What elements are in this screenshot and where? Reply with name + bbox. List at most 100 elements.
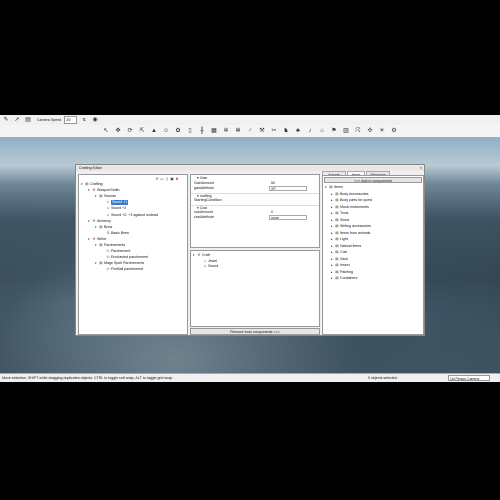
expand-arrow-icon[interactable]: ▸	[331, 205, 334, 210]
camera-speed-input[interactable]: 25	[64, 116, 78, 124]
item-category[interactable]: ▸ ▤ Music instruments	[331, 205, 369, 210]
tree-item[interactable]: ✉ Enchanted parchement	[102, 255, 148, 260]
tree-item[interactable]: ▾ ▤ Swords	[95, 194, 116, 199]
tree-item[interactable]: ▾ ▤ Mage Spell Parchements	[95, 261, 144, 266]
tree-item[interactable]: ▾ ⚒ Writer	[88, 237, 107, 242]
house-icon[interactable]: ⌂	[318, 127, 326, 135]
sound-icon[interactable]: ♪	[306, 127, 314, 135]
run-icon[interactable]: ♂	[246, 127, 254, 135]
gain-attribute-row[interactable]: gainAttribute XP	[191, 186, 319, 191]
door-icon[interactable]: ▯	[186, 127, 194, 135]
tree-item[interactable]: ▾ ▤ Crafting	[81, 182, 103, 187]
add-to-components-button[interactable]: <<< Add to components	[324, 177, 422, 183]
gain-attribute-select[interactable]: XP	[269, 186, 307, 191]
collapse-arrow-icon[interactable]: ▾	[325, 185, 328, 190]
light-icon[interactable]: ☀	[378, 127, 386, 135]
item-category[interactable]: ▸ ▤ Writing accessories	[331, 224, 371, 229]
expand-arrow-icon[interactable]: ▾	[95, 194, 98, 199]
expand-arrow-icon[interactable]: ▸	[331, 218, 334, 223]
item-category[interactable]: ▸ ▤ Items from animals	[331, 231, 370, 236]
grid-icon[interactable]: ▦	[210, 127, 218, 135]
expand-arrow-icon[interactable]: ▾	[81, 182, 84, 187]
tree-item[interactable]: ▾ ▤ Brew	[95, 225, 112, 230]
cursor-icon[interactable]: ➚	[13, 116, 21, 124]
tree-item[interactable]: ✉ FireBall parchement	[102, 267, 143, 272]
trees-icon[interactable]: ♣	[294, 127, 302, 135]
starting-condition-row[interactable]: StartingCondition	[191, 198, 319, 203]
expand-arrow-icon[interactable]: ▸	[331, 237, 334, 242]
cost-attribute-select[interactable]: none	[269, 215, 307, 220]
walk-icon[interactable]: ☈	[354, 127, 362, 135]
rotate-icon[interactable]: ⟳	[126, 127, 134, 135]
select-icon[interactable]: ↖	[102, 127, 110, 135]
item-category[interactable]: ▸ ▤ Body parts for quest	[331, 198, 372, 203]
expand-arrow-icon[interactable]: ▸	[331, 244, 334, 249]
camera-mode-select[interactable]: 1st Person Camera	[448, 375, 490, 381]
expand-arrow-icon[interactable]: ▸	[331, 198, 334, 203]
tree-item[interactable]: ✉ Parchement	[102, 249, 130, 254]
fence-icon[interactable]: ╫	[198, 127, 206, 135]
tree-item[interactable]: ⚔ Sword +2, +3 against undead	[102, 213, 158, 218]
expand-arrow-icon[interactable]: ▾	[88, 237, 91, 242]
item-category[interactable]: ▸ ▤ Stone	[331, 218, 349, 223]
brush-icon[interactable]: ✎	[2, 116, 10, 124]
expand-arrow-icon[interactable]: ▾	[95, 243, 98, 248]
remove-from-components-button[interactable]: Remove from components >>>	[190, 328, 320, 335]
tree-item[interactable]: ▾ ⚒ WeaponSmith	[88, 188, 120, 193]
expand-arrow-icon[interactable]: ▸	[331, 257, 334, 262]
expand-arrow-icon[interactable]: ▸	[331, 211, 334, 216]
item-category[interactable]: ▸ ▤ Body Accessories	[331, 192, 368, 197]
gear-icon[interactable]: ✲	[222, 127, 230, 135]
expand-arrow-icon[interactable]: ▾	[95, 225, 98, 230]
tree-item[interactable]: ⚔ Sword +2	[102, 206, 126, 211]
save-icon[interactable]: ▣	[170, 177, 174, 181]
expand-arrow-icon[interactable]: ▸	[331, 231, 334, 236]
expand-arrow-icon[interactable]: ▸	[331, 250, 334, 255]
move-icon[interactable]: ✥	[114, 127, 122, 135]
layers-icon[interactable]: ▤	[24, 116, 32, 124]
terrain-icon[interactable]: ▲	[150, 127, 158, 135]
new-file-icon[interactable]: ▯	[165, 177, 169, 181]
expand-arrow-icon[interactable]: ▸	[331, 270, 334, 275]
creature-icon[interactable]: ♞	[282, 127, 290, 135]
item-category[interactable]: ▸ ▤ Insect	[331, 263, 350, 268]
flag-icon[interactable]: ⚑	[330, 127, 338, 135]
expand-arrow-icon[interactable]: ▾	[193, 253, 196, 258]
tree-item[interactable]: ⚔ Sword +1	[102, 200, 129, 206]
scale-icon[interactable]: ⇱	[138, 127, 146, 135]
tree-item[interactable]: ▾ ▤ Parchements	[95, 243, 125, 248]
eye-icon[interactable]: ◉	[91, 116, 99, 124]
expand-arrow-icon[interactable]: ▸	[331, 263, 334, 268]
item-category[interactable]: ▸ ▤ Sack	[331, 257, 348, 262]
expand-arrow-icon[interactable]: ▸	[331, 224, 334, 229]
item-category[interactable]: ▸ ▤ Containers	[331, 276, 357, 281]
delete-icon[interactable]: ✖	[175, 177, 179, 181]
hammer-icon[interactable]: ⚒	[155, 177, 159, 181]
item-category[interactable]: ▸ ▤ Tools	[331, 211, 348, 216]
brick-icon[interactable]: ▥	[342, 127, 350, 135]
person-icon[interactable]: ☺	[162, 127, 170, 135]
wrench-icon[interactable]: ✂	[270, 127, 278, 135]
tree-item[interactable]: ▾ ⚒ Alchemy	[88, 219, 111, 224]
tree-item[interactable]: ◇ Jewel	[199, 259, 218, 264]
tree-item[interactable]: ▾ ⚒ Craft	[193, 253, 210, 258]
item-category[interactable]: ▸ ▤ Natural items	[331, 244, 361, 249]
item-category[interactable]: ▸ ▤ Coin	[331, 250, 347, 255]
settings-icon[interactable]: ⚙	[390, 127, 398, 135]
new-folder-icon[interactable]: ▭	[160, 177, 164, 181]
expand-arrow-icon[interactable]: ▾	[88, 219, 91, 224]
tree-item[interactable]: ⚔ Sword	[199, 264, 218, 269]
expand-arrow-icon[interactable]: ▾	[95, 261, 98, 266]
hammer-icon[interactable]: ⚒	[258, 127, 266, 135]
tree-item[interactable]: ⚗ Basic Brew	[102, 231, 129, 236]
expand-arrow-icon[interactable]: ▸	[331, 276, 334, 281]
snowflake-icon[interactable]: ✻	[234, 127, 242, 135]
flower-icon[interactable]: ✿	[174, 127, 182, 135]
node-icon[interactable]: ✣	[366, 127, 374, 135]
cost-attribute-row[interactable]: costAttribute none	[191, 215, 319, 220]
items-root[interactable]: ▾ ▤ Items	[325, 185, 343, 190]
item-category[interactable]: ▸ ▤ Painting	[331, 270, 353, 275]
item-category[interactable]: ▸ ▤ Light	[331, 237, 348, 242]
expand-arrow-icon[interactable]: ▸	[331, 192, 334, 197]
speed-stepper-icon[interactable]: ⇅	[80, 116, 88, 124]
